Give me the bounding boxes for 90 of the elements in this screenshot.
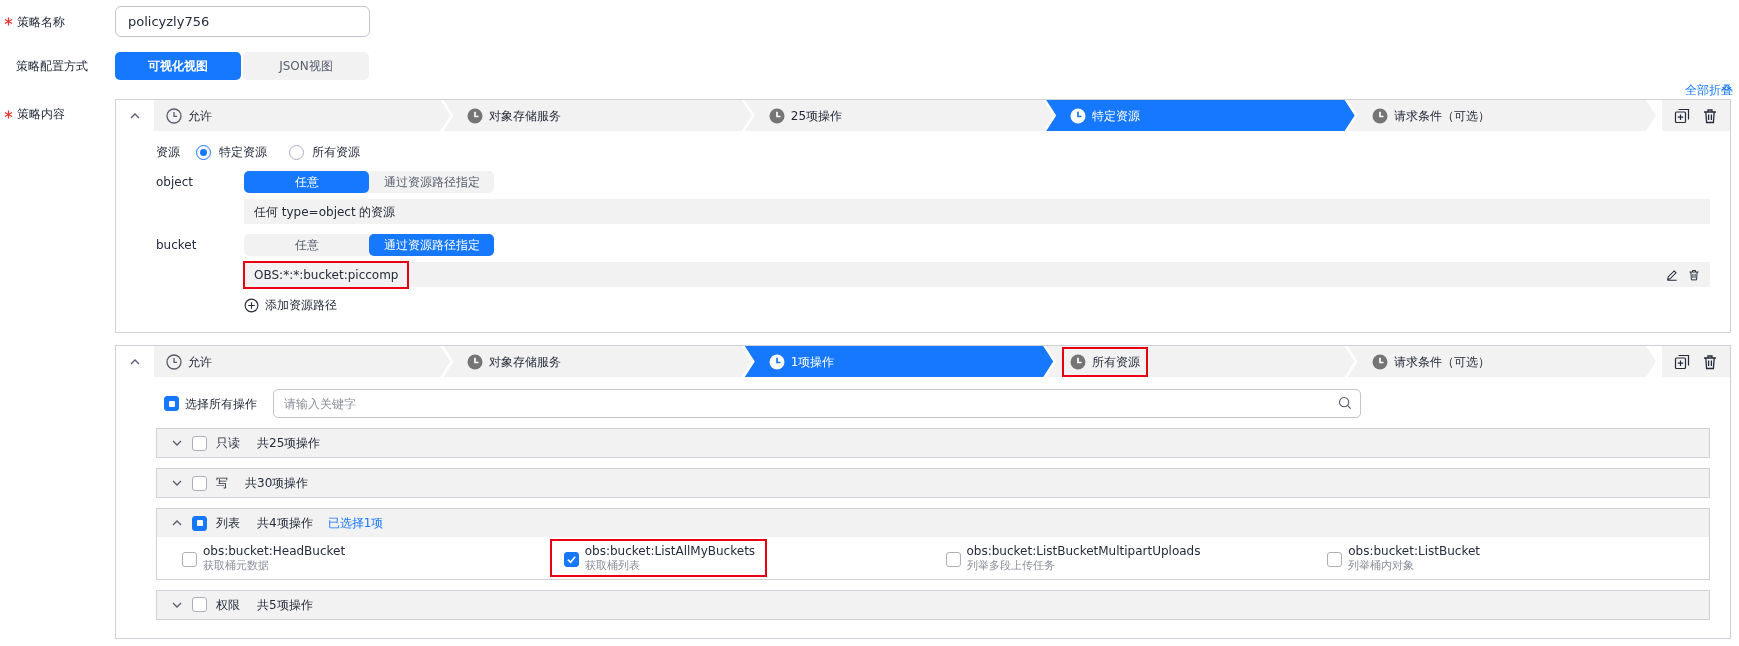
group-header[interactable]: 写 共30项操作	[157, 469, 1709, 497]
group-header[interactable]: 列表 共4项操作 已选择1项	[157, 509, 1709, 537]
group-header[interactable]: 只读 共25项操作	[157, 429, 1709, 457]
clock-icon	[467, 353, 484, 370]
checkbox[interactable]	[192, 435, 207, 451]
resource-path: 任何 type=object 的资源	[254, 203, 396, 221]
selected-count: 已选择1项	[327, 515, 384, 532]
add-path-button[interactable]: 添加资源路径	[244, 296, 337, 314]
action-count: 共30项操作	[245, 475, 309, 492]
delete-icon	[1702, 107, 1719, 124]
clock-icon	[1371, 107, 1388, 124]
step-tab[interactable]: 所有资源	[1046, 346, 1355, 377]
delete-button[interactable]	[1702, 353, 1719, 370]
action-count: 共4项操作	[257, 515, 313, 532]
step-tab[interactable]: 允许	[154, 100, 451, 131]
radio-button[interactable]	[196, 144, 211, 160]
clock-icon	[166, 353, 182, 370]
action-name: obs:bucket:ListBucket	[1348, 544, 1480, 559]
delete-icon	[1702, 353, 1719, 370]
duplicate-icon	[1674, 353, 1691, 370]
resource-type-label: object	[156, 174, 194, 191]
step-tab[interactable]: 25项操作	[744, 100, 1054, 131]
radio-label: 所有资源	[312, 144, 360, 161]
checkbox[interactable]	[182, 552, 197, 567]
delete-button[interactable]	[1702, 107, 1719, 124]
field-label: 策略名称	[17, 13, 65, 31]
duplicate-button[interactable]	[1674, 107, 1691, 124]
group-header[interactable]: 权限 共5项操作	[157, 590, 1709, 619]
search-field[interactable]: 请输入关键字	[273, 389, 1361, 418]
action-description: 获取桶元数据	[203, 559, 270, 573]
clock-icon	[1070, 107, 1087, 124]
step-tab[interactable]: 允许	[154, 346, 451, 377]
group-name: 列表	[216, 515, 240, 532]
radio-option[interactable]: 特定资源	[196, 143, 267, 161]
step-tab[interactable]: 特定资源	[1046, 100, 1355, 131]
search-icon	[1338, 396, 1352, 410]
action-description: 列举多段上传任务	[966, 559, 1056, 573]
view-tab[interactable]: 可视化视图	[115, 52, 241, 80]
field-label: 资源	[156, 144, 181, 161]
checkbox[interactable]	[164, 396, 179, 411]
collapse-all-link[interactable]: 全部折叠	[1685, 81, 1733, 99]
segment-tab[interactable]: 通过资源路径指定	[369, 234, 494, 256]
action-name: obs:bucket:ListAllMyBuckets	[584, 544, 756, 559]
clock-icon	[768, 107, 785, 124]
duplicate-icon	[1674, 107, 1691, 124]
check-icon	[565, 554, 577, 565]
group-name: 权限	[216, 596, 240, 614]
field-label: 策略内容	[17, 106, 65, 123]
step-tab[interactable]: 请求条件（可选）	[1347, 100, 1657, 131]
segment-tab[interactable]: 任意	[244, 234, 369, 256]
action-count: 共5项操作	[257, 596, 313, 614]
segment-tab[interactable]: 任意	[244, 171, 369, 193]
action-description: 列举桶内对象	[1348, 559, 1416, 573]
resource-path: OBS:*:*:bucket:piccomp	[254, 266, 399, 284]
action-name: obs:bucket:ListBucketMultipartUploads	[966, 544, 1201, 559]
radio-label: 特定资源	[219, 144, 267, 161]
clock-icon	[166, 107, 182, 124]
clock-icon	[467, 107, 484, 124]
step-tab[interactable]: 1项操作	[744, 346, 1054, 377]
checkbox[interactable]	[1327, 552, 1343, 567]
field-label: 策略配置方式	[16, 58, 88, 75]
checkbox[interactable]	[192, 475, 207, 491]
group-name: 只读	[216, 435, 240, 452]
edit-button[interactable]	[1666, 268, 1678, 281]
select-all-label: 选择所有操作	[185, 395, 257, 413]
plus-circle-icon	[244, 297, 259, 313]
duplicate-button[interactable]	[1674, 353, 1691, 370]
checkbox[interactable]	[192, 597, 207, 613]
radio-button[interactable]	[289, 144, 304, 160]
delete-icon	[1688, 268, 1700, 281]
resource-type-label: bucket	[156, 237, 198, 254]
clock-icon	[768, 353, 785, 370]
segment-tab[interactable]: 通过资源路径指定	[369, 171, 494, 193]
step-tab[interactable]: 请求条件（可选）	[1347, 346, 1657, 377]
checkbox[interactable]	[563, 552, 579, 567]
clock-icon	[1371, 353, 1388, 370]
group-name: 写	[216, 475, 228, 492]
checkbox[interactable]	[945, 552, 961, 567]
step-tab[interactable]: 对象存储服务	[443, 346, 752, 377]
radio-option[interactable]: 所有资源	[289, 143, 360, 161]
view-tab[interactable]: JSON视图	[243, 52, 369, 80]
action-name: obs:bucket:HeadBucket	[203, 544, 346, 559]
step-tab[interactable]: 对象存储服务	[443, 100, 752, 131]
pencil-icon	[1666, 268, 1678, 281]
checkbox[interactable]	[192, 515, 207, 531]
clock-icon	[1070, 353, 1087, 370]
name-field[interactable]: policyzly756	[115, 6, 370, 37]
action-description: 获取桶列表	[584, 559, 641, 573]
action-count: 共25项操作	[257, 435, 321, 452]
delete-button[interactable]	[1688, 268, 1700, 281]
